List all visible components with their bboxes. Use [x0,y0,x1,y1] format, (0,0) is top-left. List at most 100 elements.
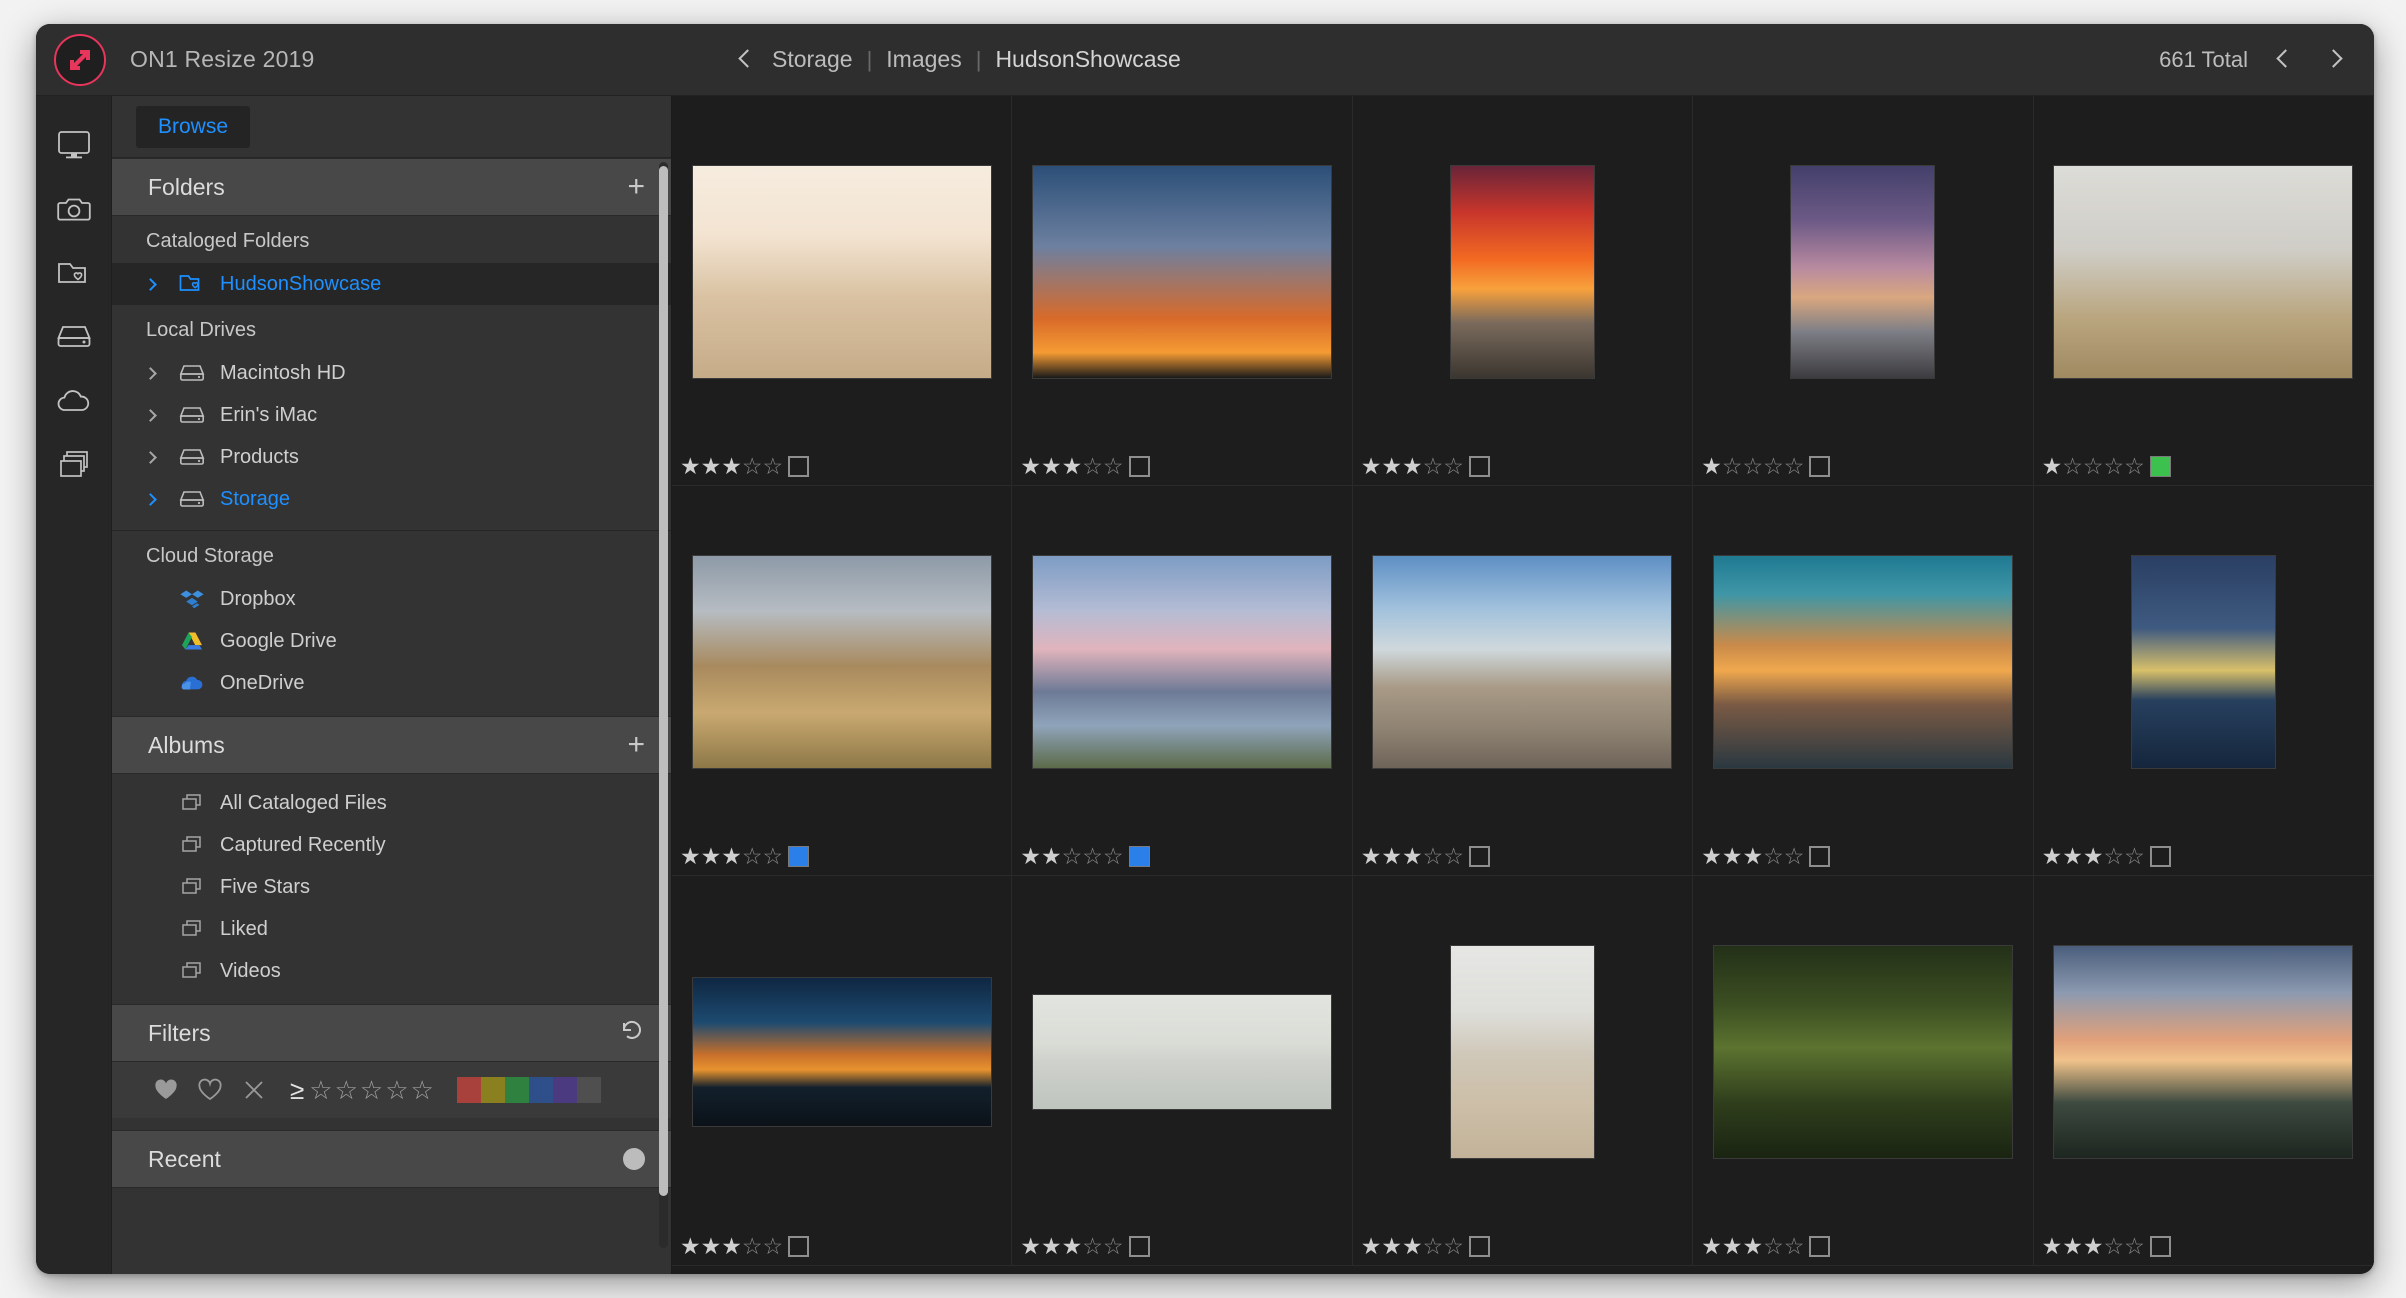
next-image-icon[interactable] [2322,49,2344,71]
thumbnail-cell[interactable]: ★ ★ ☆ ☆ ☆ [1012,486,1353,876]
tree-row-erins-imac[interactable]: Erin's iMac [112,394,671,436]
rating-star-1[interactable]: ★ [1361,454,1382,478]
color-label-box[interactable] [1128,455,1150,477]
rating-star-5[interactable]: ☆ [1784,454,1805,478]
rating-star-2[interactable]: ★ [701,454,722,478]
color-label-box[interactable] [2149,455,2171,477]
thumb-pine-sunrise[interactable] [2053,944,2354,1159]
color-label-box[interactable] [788,455,810,477]
color-swatch-4[interactable] [552,1077,577,1103]
rating-star-5[interactable]: ☆ [2124,1234,2145,1258]
color-label-box[interactable] [2149,1235,2171,1257]
album-row-liked[interactable]: Liked [112,908,671,950]
color-swatch-2[interactable] [504,1077,529,1103]
rating-star-3[interactable]: ★ [1402,454,1423,478]
rating-star-5[interactable]: ☆ [2124,844,2145,868]
folder-heart-icon[interactable] [49,252,99,294]
rating-star-2[interactable]: ☆ [2062,454,2083,478]
rating-star-1[interactable]: ★ [2042,844,2063,868]
rating-star-5[interactable]: ☆ [1443,844,1464,868]
rating-star-2[interactable]: ★ [1041,454,1062,478]
rating-star-1[interactable]: ★ [1020,1234,1041,1258]
rating-star-1[interactable]: ★ [680,454,701,478]
plus-icon[interactable]: + [627,172,645,202]
rating-star-5[interactable]: ☆ [763,454,784,478]
rating-star-5[interactable]: ☆ [1443,454,1464,478]
color-label-box[interactable] [2149,845,2171,867]
color-swatch-0[interactable] [456,1077,481,1103]
rating-star-1[interactable]: ★ [1020,844,1041,868]
heart-filled-icon[interactable] [144,1068,188,1112]
breadcrumb-item-1[interactable]: Images [886,46,961,73]
rating-star-2[interactable]: ★ [1722,1234,1743,1258]
rating-star-4[interactable]: ☆ [1423,1234,1444,1258]
rating-star-4[interactable]: ☆ [2103,454,2124,478]
rating-star-5[interactable]: ☆ [763,1234,784,1258]
rating-star-1[interactable]: ★ [1361,1234,1382,1258]
rating-star-1[interactable]: ★ [1361,844,1382,868]
previous-image-icon[interactable] [2274,49,2296,71]
heart-outline-icon[interactable] [188,1068,232,1112]
thumbnail-cell[interactable]: ★ ★ ★ ☆ ☆ [1352,96,1694,486]
thumbnail-cell[interactable]: ★ ★ ★ ☆ ☆ [1693,486,2034,876]
rating-star-2[interactable]: ★ [1722,844,1743,868]
rating-star-1[interactable]: ★ [680,1234,701,1258]
thumb-hiker-silhouette[interactable] [1032,164,1333,379]
thumbnail-cell[interactable]: ★ ★ ★ ☆ ☆ [2033,876,2374,1266]
thumb-redwood-forest[interactable] [1712,944,2013,1159]
color-swatch-3[interactable] [528,1077,553,1103]
breadcrumb-item-2[interactable]: HudsonShowcase [995,46,1180,73]
rating-star-2[interactable]: ★ [1041,844,1062,868]
rating-operator[interactable]: ≥ [276,1075,308,1106]
plus-icon[interactable]: + [627,730,645,760]
rating-star-4[interactable]: ☆ [742,1234,763,1258]
rating-star-3[interactable]: ★ [1062,454,1083,478]
rating-star-5[interactable]: ☆ [1103,454,1124,478]
rating-star-2[interactable]: ★ [2062,844,2083,868]
section-header-folders[interactable]: Folders + [112,158,671,216]
thumbnail-cell[interactable]: ★ ☆ ☆ ☆ ☆ [2033,96,2374,486]
rating-star-5[interactable]: ☆ [2124,454,2145,478]
color-label-box[interactable] [788,845,810,867]
thumb-cloud-reflection[interactable] [1372,554,1673,769]
filter-star-4[interactable]: ☆ [384,1075,409,1106]
color-label-box[interactable] [1809,845,1831,867]
rating-star-3[interactable]: ★ [1402,844,1423,868]
rating-star-4[interactable]: ☆ [1763,844,1784,868]
tab-browse[interactable]: Browse [136,105,251,148]
rating-star-4[interactable]: ☆ [1082,454,1103,478]
filter-star-5[interactable]: ☆ [410,1075,435,1106]
chevron-right-icon[interactable] [144,277,172,291]
thumb-misty-lake[interactable] [1032,993,1333,1110]
rating-star-3[interactable]: ★ [1402,1234,1423,1258]
thumb-fence-desert[interactable] [691,554,992,769]
color-swatch-1[interactable] [480,1077,505,1103]
color-label-box[interactable] [1128,845,1150,867]
rating-star-4[interactable]: ☆ [1082,844,1103,868]
rating-star-3[interactable]: ★ [721,844,742,868]
rating-star-2[interactable]: ★ [1381,844,1402,868]
tree-row-dropbox[interactable]: Dropbox [112,578,671,620]
rating-star-2[interactable]: ★ [1381,454,1402,478]
chevron-right-icon[interactable] [144,408,172,422]
rating-star-5[interactable]: ☆ [1103,1234,1124,1258]
filter-star-1[interactable]: ☆ [308,1075,333,1106]
circle-icon[interactable] [623,1148,645,1170]
rating-star-2[interactable]: ★ [2062,1234,2083,1258]
section-header-filters[interactable]: Filters [112,1004,671,1062]
rating-star-4[interactable]: ☆ [1763,1234,1784,1258]
thumbnail-cell[interactable]: ★ ★ ★ ☆ ☆ [672,96,1013,486]
color-label-box[interactable] [1809,455,1831,477]
thumbnail-cell[interactable]: ★ ★ ★ ☆ ☆ [1352,876,1694,1266]
thumbnail-cell[interactable]: ★ ★ ★ ☆ ☆ [1012,876,1353,1266]
rating-star-5[interactable]: ☆ [763,844,784,868]
rating-star-4[interactable]: ☆ [1763,454,1784,478]
thumb-city-night[interactable] [2130,554,2276,769]
filter-star-2[interactable]: ☆ [334,1075,359,1106]
reset-arrow-icon[interactable] [619,1018,645,1048]
chevron-right-icon[interactable] [144,366,172,380]
drive-icon[interactable] [49,316,99,358]
rating-star-2[interactable]: ★ [701,1234,722,1258]
cloud-icon[interactable] [49,380,99,422]
tree-row-hudsonshowcase[interactable]: HudsonShowcase [112,263,671,305]
